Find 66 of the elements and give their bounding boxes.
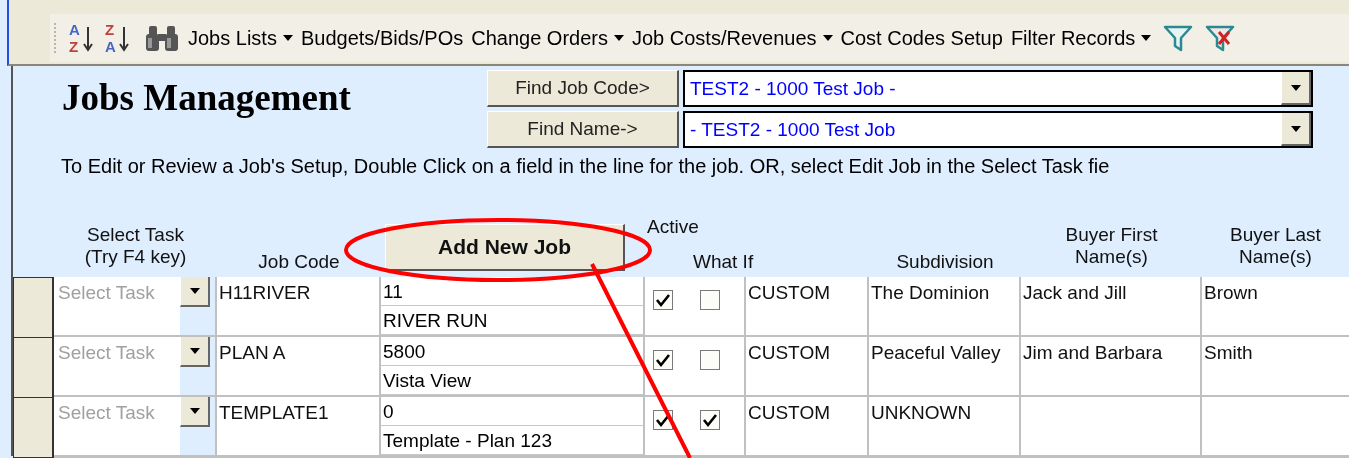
column-header: Select Task (Try F4 key) <box>84 223 187 268</box>
dropdown-button[interactable] <box>1281 72 1311 105</box>
table-cell: Smith <box>1202 337 1349 398</box>
column-header: What If <box>693 251 754 273</box>
dropdown-button[interactable] <box>1281 113 1311 146</box>
menu-button[interactable]: Cost Codes Setup <box>840 26 1003 50</box>
binoculars-icon[interactable] <box>144 24 180 52</box>
sort-button[interactable]: A Z <box>68 21 96 55</box>
table-cell: UNKNOWN <box>869 397 1021 458</box>
table-cell: Brown <box>1202 277 1349 338</box>
caret-icon <box>1290 125 1301 132</box>
filter-remove-icon[interactable] <box>1205 24 1236 52</box>
checkbox[interactable] <box>700 410 720 430</box>
instructions-text: To Edit or Review a Job's Setup, Double Click on a field in the line for the job. OR, select Edit Job in the Select Task fie <box>60 154 1111 179</box>
dropdown-button[interactable] <box>180 337 210 367</box>
checkbox[interactable] <box>653 290 673 310</box>
caret-icon <box>1290 84 1301 91</box>
table-cell: 11 <box>381 277 643 306</box>
table-cell: Vista View <box>381 366 643 395</box>
dropdown-button[interactable] <box>180 277 210 307</box>
record-selector[interactable] <box>13 277 54 338</box>
checkbox[interactable] <box>653 350 673 370</box>
table-cell: 5800 <box>381 337 643 366</box>
table-cell: Peaceful Valley <box>869 337 1021 398</box>
menu-dropdown[interactable]: Change Orders <box>471 26 624 50</box>
record-selector[interactable] <box>13 337 54 398</box>
table-cell: CUSTOM <box>746 277 869 338</box>
checkbox[interactable] <box>700 350 720 370</box>
caret-icon <box>189 408 200 414</box>
find-button[interactable]: Find Name-> <box>487 111 679 148</box>
table-cell: The Dominion <box>869 277 1021 338</box>
column-header: Job Code <box>258 251 340 273</box>
column-header: Active <box>647 216 699 238</box>
column-header: Subdivision <box>896 251 994 273</box>
column-header: Buyer Last Name(s) <box>1230 223 1321 268</box>
menu-dropdown[interactable]: Job Costs/Revenues <box>632 26 833 50</box>
caret-icon <box>189 288 200 294</box>
find-button[interactable]: Find Job Code> <box>487 70 679 107</box>
table-cell: PLAN A <box>217 337 381 398</box>
table-cell: Template - Plan 123 <box>381 426 643 455</box>
checkbox[interactable] <box>700 290 720 310</box>
table-cell: CUSTOM <box>746 397 869 458</box>
job-combo[interactable]: - TEST2 - 1000 Test Job <box>683 111 1313 148</box>
table-cell: RIVER RUN <box>381 306 643 335</box>
table-cell: 0 <box>381 397 643 426</box>
table-cell: CUSTOM <box>746 337 869 398</box>
sort-button[interactable]: Z A <box>104 21 132 55</box>
record-selector[interactable] <box>13 397 54 458</box>
menu-button[interactable]: Budgets/Bids/POs <box>300 26 464 50</box>
caret-icon <box>822 35 833 41</box>
column-header: Buyer First Name(s) <box>1065 223 1158 268</box>
table-cell: H11RIVER <box>217 277 381 338</box>
job-combo[interactable]: TEST2 - 1000 Test Job - <box>683 70 1313 107</box>
caret-icon <box>614 35 624 41</box>
funnel-icon[interactable] <box>1163 24 1194 52</box>
table-cell: Jim and Barbara <box>1021 337 1202 398</box>
caret-icon <box>282 35 293 41</box>
menu-dropdown[interactable]: Jobs Lists <box>188 26 293 50</box>
table-cell: TEMPLATE1 <box>217 397 381 458</box>
dropdown-button[interactable] <box>180 397 210 427</box>
menu-dropdown[interactable]: Filter Records <box>1010 26 1152 50</box>
caret-icon <box>1141 35 1152 41</box>
add-new-job-button[interactable]: Add New Job <box>385 224 625 271</box>
table-cell: Jack and Jill <box>1021 277 1202 338</box>
form-title: Jobs Management <box>61 76 352 120</box>
caret-icon <box>189 348 200 354</box>
